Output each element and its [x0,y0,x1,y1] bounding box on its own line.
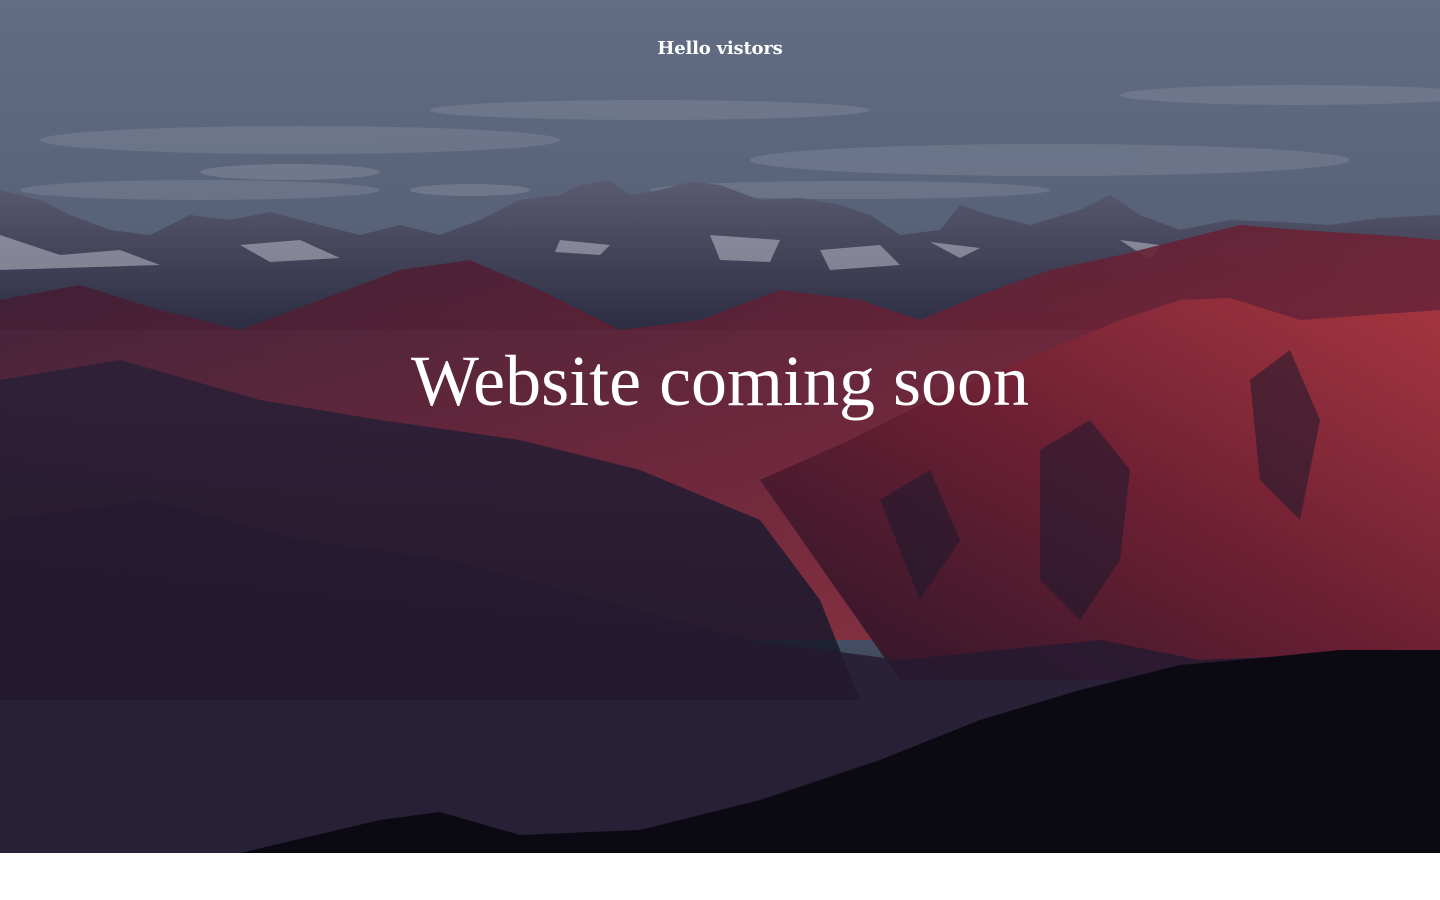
page-footer-area [0,853,1440,900]
page-headline: Website coming soon [410,341,1030,421]
greeting-text: Hello vistors [657,38,783,59]
mountain-background-image [0,0,1440,853]
hero-section: Hello vistors Website coming soon [0,0,1440,853]
